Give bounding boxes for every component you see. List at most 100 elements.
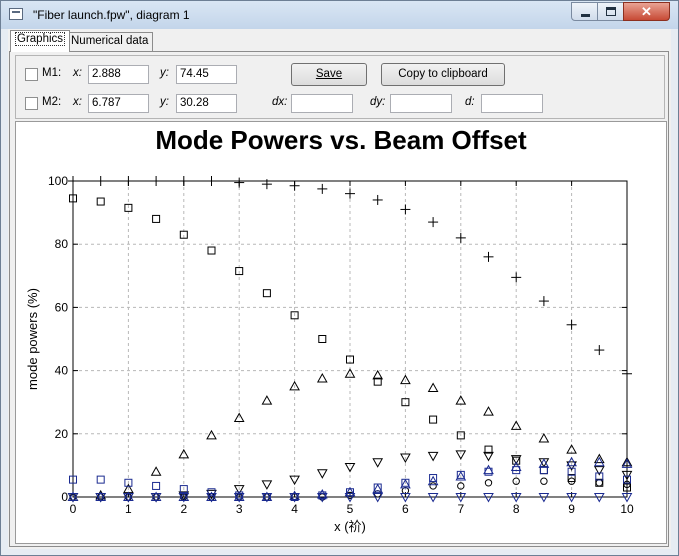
maximize-button[interactable] bbox=[597, 2, 624, 21]
close-button[interactable]: ✕ bbox=[623, 2, 670, 21]
save-button-label: Save bbox=[315, 68, 343, 80]
x-tick-label: 4 bbox=[291, 502, 298, 516]
data-point-plus bbox=[538, 296, 549, 307]
data-point-circle bbox=[595, 479, 603, 487]
x-tick-label: 1 bbox=[125, 502, 132, 516]
data-point-plus bbox=[400, 204, 411, 215]
data-point-square bbox=[152, 481, 161, 490]
graphics-panel: M1: x: 2.888 y: 74.45 Save Copy to clipb… bbox=[9, 51, 669, 547]
save-button[interactable]: Save bbox=[291, 63, 367, 86]
data-point-plus bbox=[289, 180, 300, 191]
m1-label: M1: bbox=[42, 67, 62, 79]
data-point-plus bbox=[206, 176, 217, 186]
data-point-triangle-up bbox=[261, 395, 273, 405]
data-point-triangle-down bbox=[372, 458, 384, 468]
data-point-triangle-up bbox=[316, 372, 328, 383]
data-point-triangle-up bbox=[538, 433, 550, 443]
data-point-circle bbox=[484, 479, 493, 487]
x-tick-label: 10 bbox=[620, 502, 634, 516]
y-tick-label: 100 bbox=[48, 174, 68, 188]
d-field[interactable] bbox=[481, 94, 543, 113]
data-point-triangle-up bbox=[206, 429, 217, 440]
data-point-circle bbox=[429, 482, 437, 490]
data-point-plus bbox=[178, 176, 189, 186]
title-bar[interactable]: "Fiber launch.fpw", diagram 1 ✕ bbox=[1, 1, 678, 29]
dx-label: dx: bbox=[272, 96, 288, 108]
x-tick-label: 3 bbox=[236, 502, 243, 516]
data-point-plus bbox=[95, 176, 106, 186]
data-point-triangle-up bbox=[150, 466, 162, 476]
close-icon: ✕ bbox=[641, 4, 652, 19]
grid-lines bbox=[73, 181, 627, 497]
y-tick-label: 0 bbox=[61, 490, 68, 504]
m2-label: M2: bbox=[42, 96, 62, 108]
d-label: d: bbox=[465, 96, 475, 108]
x-tick-label: 8 bbox=[513, 502, 520, 516]
data-point-square bbox=[207, 246, 216, 255]
maximize-icon bbox=[598, 3, 623, 20]
tab-numerical-data[interactable]: Numerical data bbox=[66, 32, 154, 51]
m2-y-label: y: bbox=[160, 96, 169, 108]
data-point-triangle-up bbox=[593, 456, 605, 467]
m1-y-field[interactable]: 74.45 bbox=[176, 65, 237, 84]
data-point-plus bbox=[151, 176, 162, 186]
data-point-plus bbox=[428, 217, 439, 228]
client-area: Graphics Numerical data M1: x: 2.888 y: … bbox=[8, 29, 671, 549]
app-icon[interactable] bbox=[9, 8, 23, 20]
data-point-plus bbox=[345, 188, 355, 199]
minimize-button[interactable] bbox=[571, 2, 598, 21]
m1-x-label: x: bbox=[73, 67, 82, 79]
data-point-triangle-down bbox=[316, 469, 328, 479]
data-point-triangle-down bbox=[483, 451, 494, 462]
m2-y-field[interactable]: 30.28 bbox=[176, 94, 237, 113]
data-point-plus bbox=[511, 272, 522, 283]
data-point-circle bbox=[540, 477, 548, 485]
m2-x-field[interactable]: 6.787 bbox=[88, 94, 149, 113]
data-point-triangle-down bbox=[261, 480, 273, 490]
minimize-icon bbox=[572, 3, 597, 20]
chart-title: Mode Powers vs. Beam Offset bbox=[155, 125, 527, 155]
x-tick-label: 0 bbox=[70, 502, 77, 516]
copy-to-clipboard-button[interactable]: Copy to clipboard bbox=[381, 63, 505, 86]
dy-label: dy: bbox=[370, 96, 386, 108]
tab-graphics-label: Graphics bbox=[15, 32, 66, 46]
data-point-plus bbox=[455, 232, 466, 243]
axis-ticks: 0 1 2 3 4 5 6 7 8 9 10020406080100 bbox=[48, 174, 634, 516]
x-tick-label: 2 bbox=[180, 502, 187, 516]
data-point-plus bbox=[68, 176, 78, 186]
y-tick-label: 80 bbox=[55, 237, 69, 251]
m1-checkbox[interactable] bbox=[25, 68, 38, 81]
dx-field[interactable] bbox=[291, 94, 353, 113]
data-point-square bbox=[152, 214, 161, 223]
data-point-plus bbox=[234, 177, 245, 188]
tab-numerical-data-label: Numerical data bbox=[71, 35, 149, 47]
data-point-square bbox=[96, 475, 105, 484]
m2-checkbox[interactable] bbox=[25, 97, 38, 110]
data-point-triangle-up bbox=[372, 369, 384, 380]
app-window: "Fiber launch.fpw", diagram 1 ✕ Graphics… bbox=[0, 0, 679, 556]
data-point-square bbox=[318, 335, 327, 343]
plot-area[interactable]: Mode Powers vs. Beam Offset 0 1 2 3 4 5 6 7 8 9 10… bbox=[15, 121, 667, 544]
x-tick-label: 5 bbox=[347, 502, 354, 516]
x-tick-label: 7 bbox=[457, 502, 464, 516]
data-point-plus bbox=[566, 319, 577, 330]
data-point-square bbox=[262, 289, 271, 298]
window-title: "Fiber launch.fpw", diagram 1 bbox=[33, 8, 190, 22]
m1-x-field[interactable]: 2.888 bbox=[88, 65, 149, 84]
data-point-plus bbox=[483, 251, 494, 262]
data-point-triangle-down bbox=[427, 451, 439, 462]
tab-graphics[interactable]: Graphics bbox=[10, 30, 71, 52]
mode-powers-chart[interactable]: Mode Powers vs. Beam Offset 0 1 2 3 4 5 6 7 8 9 10… bbox=[16, 122, 666, 543]
dy-field[interactable] bbox=[390, 94, 452, 113]
y-tick-label: 60 bbox=[55, 300, 69, 314]
data-point-triangle-up bbox=[427, 382, 439, 392]
data-point-plus bbox=[594, 345, 605, 356]
y-tick-label: 40 bbox=[55, 364, 69, 378]
m1-y-label: y: bbox=[160, 67, 169, 79]
data-point-plus bbox=[123, 176, 134, 186]
m2-x-label: x: bbox=[73, 96, 82, 108]
marker-controls: M1: x: 2.888 y: 74.45 Save Copy to clipb… bbox=[15, 55, 665, 119]
y-tick-label: 20 bbox=[55, 427, 69, 441]
data-point-plus bbox=[317, 183, 328, 194]
data-point-square bbox=[96, 197, 105, 206]
